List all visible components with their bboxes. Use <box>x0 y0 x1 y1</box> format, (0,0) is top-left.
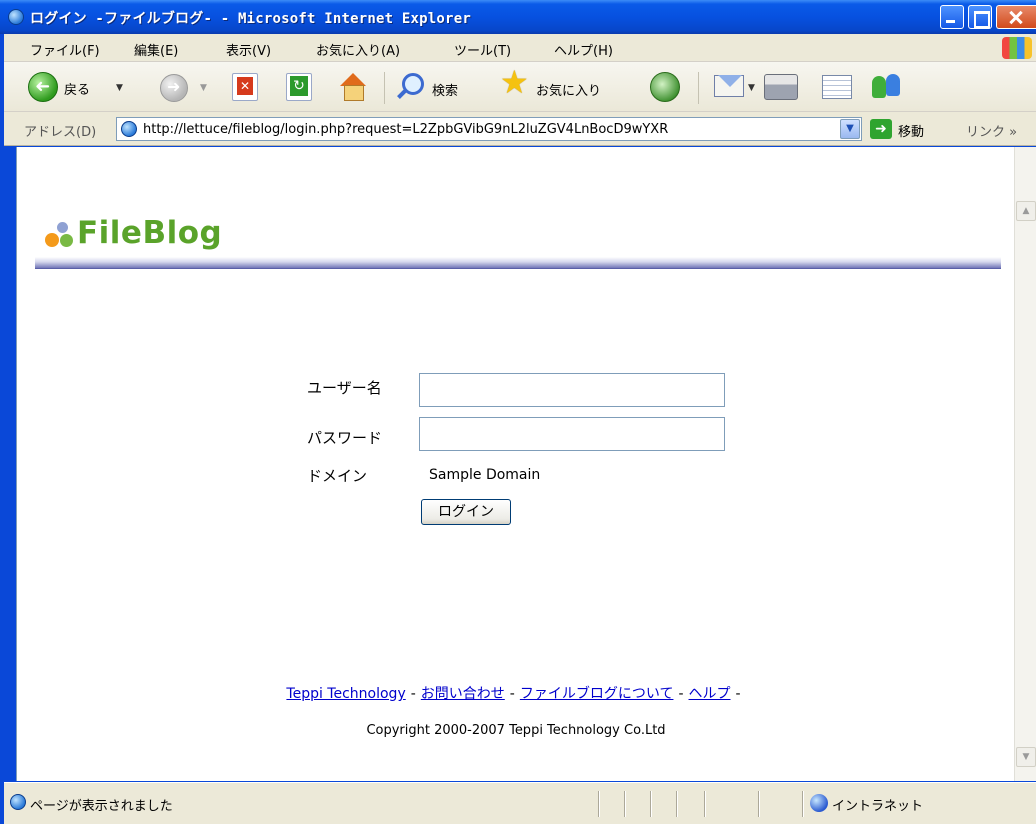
security-zone-text: イントラネット <box>832 799 924 814</box>
footer-separator: - <box>735 686 741 702</box>
ie-icon <box>8 9 24 25</box>
mail-icon[interactable] <box>714 75 744 97</box>
status-divider <box>598 791 600 817</box>
intranet-zone-icon <box>810 794 828 812</box>
toolbar-separator <box>698 72 699 104</box>
go-button-label[interactable]: 移動 <box>898 121 924 140</box>
password-label: パスワード <box>307 429 383 447</box>
menu-tools[interactable]: ツール(T) <box>454 40 511 59</box>
address-input[interactable]: http://lettuce/fileblog/login.php?reques… <box>116 117 862 141</box>
page-content: FileBlog ユーザー名 パスワード ドメイン Sample Domain … <box>16 147 1014 781</box>
username-label: ユーザー名 <box>307 379 382 397</box>
search-icon[interactable] <box>402 73 424 95</box>
menu-favorites[interactable]: お気に入り(A) <box>316 40 400 59</box>
address-url[interactable]: http://lettuce/fileblog/login.php?reques… <box>143 122 833 137</box>
toolbar-separator <box>384 72 385 104</box>
stop-icon[interactable] <box>232 73 258 101</box>
footer-link-contact[interactable]: お問い合わせ <box>421 686 505 702</box>
page-status-icon <box>10 794 26 810</box>
scroll-up-icon[interactable]: ▲ <box>1016 201 1036 221</box>
toolbar: 戻る ▼ ▼ 検索 ★ お気に入り ▼ <box>4 62 1036 112</box>
links-label[interactable]: リンク » <box>966 121 1017 140</box>
edit-icon[interactable] <box>822 75 852 99</box>
status-divider <box>624 791 626 817</box>
address-bar: アドレス(D) http://lettuce/fileblog/login.ph… <box>4 112 1036 146</box>
menu-file[interactable]: ファイル(F) <box>30 40 100 59</box>
browser-window: ログイン -ファイルブログ- - Microsoft Internet Expl… <box>0 0 1036 824</box>
go-arrow-icon[interactable]: ➜ <box>870 119 892 139</box>
copyright-text: Copyright 2000-2007 Teppi Technology Co.… <box>366 723 666 738</box>
mail-dropdown-icon[interactable]: ▼ <box>748 83 755 93</box>
back-dropdown-icon[interactable]: ▼ <box>116 83 123 93</box>
footer-link-company[interactable]: Teppi Technology <box>286 686 405 702</box>
status-divider <box>676 791 678 817</box>
footer-link-help[interactable]: ヘルプ <box>689 686 731 702</box>
menu-help[interactable]: ヘルプ(H) <box>554 40 613 59</box>
status-divider <box>758 791 760 817</box>
footer-links: Teppi Technology - お問い合わせ - ファイルブログについて - ヘルプ - <box>17 683 1015 703</box>
close-button[interactable] <box>996 5 1036 29</box>
favorites-star-icon[interactable]: ★ <box>500 66 529 98</box>
maximize-button[interactable] <box>968 5 992 29</box>
favorites-button-label[interactable]: お気に入り <box>536 80 601 99</box>
address-dropdown-icon[interactable]: ▼ <box>840 119 860 139</box>
fileblog-logo-text: FileBlog <box>77 215 223 251</box>
login-button[interactable]: ログイン <box>421 499 511 525</box>
page-icon <box>121 121 137 137</box>
forward-dropdown-icon[interactable]: ▼ <box>200 83 207 93</box>
header-bar <box>35 257 1001 269</box>
domain-value: Sample Domain <box>429 467 541 483</box>
history-icon[interactable] <box>650 72 680 102</box>
fileblog-header: FileBlog <box>35 213 1001 269</box>
domain-label: ドメイン <box>307 467 368 485</box>
print-icon[interactable] <box>764 74 798 100</box>
footer-link-about[interactable]: ファイルブログについて <box>520 686 674 702</box>
back-button-label[interactable]: 戻る <box>64 79 90 98</box>
menu-view[interactable]: 表示(V) <box>226 40 271 59</box>
status-divider <box>650 791 652 817</box>
address-label: アドレス(D) <box>24 125 97 140</box>
status-text: ページが表示されました <box>30 799 173 814</box>
status-divider <box>802 791 804 817</box>
password-input[interactable] <box>419 417 725 451</box>
footer-separator: - <box>410 686 416 702</box>
title-bar[interactable]: ログイン -ファイルブログ- - Microsoft Internet Expl… <box>0 0 1036 34</box>
footer-separator: - <box>509 686 515 702</box>
minimize-button[interactable] <box>940 5 964 29</box>
vertical-scrollbar[interactable]: ▲ ▼ <box>1014 147 1036 781</box>
forward-icon[interactable] <box>160 74 188 102</box>
refresh-icon[interactable] <box>286 73 312 101</box>
status-divider <box>704 791 706 817</box>
menu-edit[interactable]: 編集(E) <box>134 40 178 59</box>
fileblog-logo-icon <box>45 222 75 248</box>
windows-logo-icon <box>1002 37 1032 59</box>
window-title: ログイン -ファイルブログ- - Microsoft Internet Expl… <box>30 11 471 27</box>
username-input[interactable] <box>419 373 725 407</box>
footer-separator: - <box>678 686 684 702</box>
search-button-label[interactable]: 検索 <box>432 80 458 99</box>
messenger-icon[interactable] <box>870 72 904 102</box>
status-bar: ページが表示されました イントラネット <box>4 782 1036 824</box>
home-icon[interactable] <box>338 72 368 102</box>
menu-bar: ファイル(F) 編集(E) 表示(V) お気に入り(A) ツール(T) ヘルプ(… <box>4 34 1036 62</box>
scroll-down-icon[interactable]: ▼ <box>1016 747 1036 767</box>
back-icon[interactable] <box>28 72 58 102</box>
